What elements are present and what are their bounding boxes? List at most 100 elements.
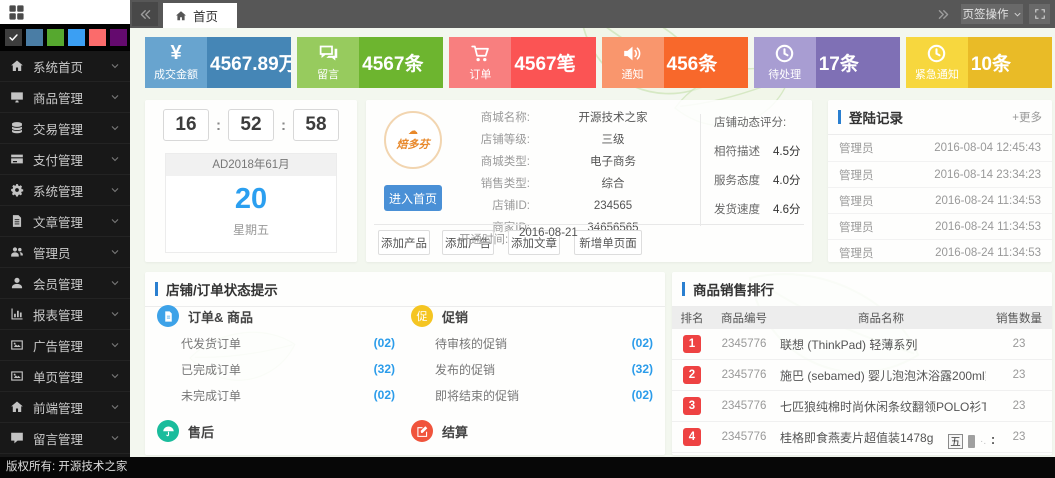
comment-icon <box>10 431 24 445</box>
chevron-double-right-icon <box>937 8 950 21</box>
ime-toolbar[interactable]: 五 ·. ⁚ <box>948 434 995 449</box>
fullscreen-icon <box>1034 8 1046 20</box>
more-link[interactable]: +更多 <box>1012 109 1042 125</box>
ime-menu-dots[interactable]: ⁚ <box>991 436 995 447</box>
collapse-tabs-button[interactable] <box>132 2 158 26</box>
status-panel-title: 店铺/订单状态提示 <box>166 283 278 298</box>
digital-clock: 16 : 52 : 58 <box>145 109 357 141</box>
speaker-icon <box>622 43 643 64</box>
tab-label: 首页 <box>193 10 219 24</box>
sidebar-item[interactable]: 留言管理 <box>0 423 130 454</box>
stat-card[interactable]: 订单 4567笔 <box>449 37 596 88</box>
rating-row: 发货速度 4.6分 <box>714 201 806 217</box>
status-group-title: 订单& 商品 <box>188 309 254 325</box>
rank-badge: 3 <box>683 397 701 415</box>
umbrella-circle-icon <box>157 420 179 442</box>
sidebar-item[interactable]: 文章管理 <box>0 206 130 237</box>
login-user: 管理员 <box>839 195 874 208</box>
shop-action-button[interactable]: 添加产品 <box>378 230 430 255</box>
sidebar-item[interactable]: 系统管理 <box>0 175 130 206</box>
fullscreen-button[interactable] <box>1029 4 1050 24</box>
sidebar-item[interactable]: 商品管理 <box>0 82 130 113</box>
tab-operations-dropdown[interactable]: 页签操作 <box>961 4 1023 24</box>
sidebar-item-label: 文章管理 <box>33 215 84 230</box>
swatch-theme-blue[interactable] <box>68 29 85 46</box>
stat-cards: ¥ 成交金额 4567.89万 留言 4567条 订单 4567笔 通知 456条 待处理 17条紧… <box>145 37 1053 88</box>
gears-icon <box>10 183 24 197</box>
sidebar-item[interactable]: 系统首页 <box>0 51 130 82</box>
sidebar-item-label: 报表管理 <box>33 308 84 323</box>
status-footer-title: 售后 <box>188 424 215 440</box>
status-label: 代发货订单 <box>181 336 242 351</box>
status-count-link[interactable]: (02) <box>374 388 395 402</box>
sidebar-item[interactable]: 管理员 <box>0 237 130 268</box>
swatch-theme-current[interactable] <box>5 29 22 46</box>
chevron-down-icon <box>110 154 120 164</box>
login-log-row: 管理员 2016-08-24 11:34:53 <box>828 213 1052 239</box>
sidebar-item[interactable]: 交易管理 <box>0 113 130 144</box>
clock-seconds: 58 <box>293 109 339 141</box>
divider <box>700 114 701 226</box>
chevron-down-icon <box>110 309 120 319</box>
app-logo[interactable] <box>0 0 130 24</box>
stat-card-left: 通知 <box>601 37 664 88</box>
ime-mode-block[interactable] <box>968 435 975 448</box>
shop-info-value: 234565 <box>593 200 633 212</box>
stat-card[interactable]: 紧急通知 10条 <box>905 37 1053 88</box>
stat-card-left: 紧急通知 <box>905 37 968 88</box>
divider <box>374 224 804 225</box>
stat-card-left: ¥ 成交金额 <box>145 37 207 88</box>
status-count-link[interactable]: (02) <box>632 388 653 402</box>
status-count-link[interactable]: (02) <box>374 336 395 350</box>
rating-rows: 相符描述 4.5分 服务态度 4.0分 发货速度 4.6分 <box>714 143 806 217</box>
sidebar-item-label: 管理员 <box>33 246 71 261</box>
login-user: 管理员 <box>839 247 874 260</box>
swatch-theme-purple[interactable] <box>110 29 127 46</box>
doc-file-icon <box>162 310 175 323</box>
status-count-link[interactable]: (32) <box>374 362 395 376</box>
swatch-theme-steelblue[interactable] <box>26 29 43 46</box>
rank-cell: 3 <box>672 397 712 415</box>
sidebar-item[interactable]: 支付管理 <box>0 144 130 175</box>
cart-icon <box>470 43 491 64</box>
status-count-link[interactable]: (32) <box>632 362 653 376</box>
main-content: ¥ 成交金额 4567.89万 留言 4567条 订单 4567笔 通知 456条 待处理 17条紧… <box>130 28 1055 457</box>
shop-info-row: 商城类型: 电子商务 <box>452 151 696 173</box>
stat-card[interactable]: ¥ 成交金额 4567.89万 <box>145 37 292 88</box>
stat-card[interactable]: 留言 4567条 <box>297 37 444 88</box>
enter-homepage-button[interactable]: 进入首页 <box>384 185 442 211</box>
database-icon <box>10 121 24 135</box>
ime-candidate[interactable]: 五 <box>948 434 963 449</box>
clock-icon <box>774 43 795 64</box>
sidebar-item[interactable]: 广告管理 <box>0 330 130 361</box>
login-time: 2016-08-24 11:34:53 <box>935 220 1041 233</box>
comments-icon <box>318 43 339 64</box>
sidebar-item-label: 交易管理 <box>33 122 84 137</box>
order-status-panel: 店铺/订单状态提示 订单& 商品 代发货订单 (02) 已完成订单 (32) 未完成订单 (… <box>145 272 665 455</box>
login-user: 管理员 <box>839 169 874 182</box>
edit-icon <box>416 425 429 438</box>
grid-logo-icon <box>8 4 25 21</box>
rating-title: 店铺动态评分: <box>714 117 787 129</box>
swatch-theme-red[interactable] <box>89 29 106 46</box>
chef-hat-icon: ☁ <box>408 126 418 137</box>
sidebar-menu: 系统首页 商品管理交易管理支付管理 系统管理文章管理管理员会员管理报表管理广告管理单… <box>0 51 130 454</box>
sidebar-item[interactable]: 报表管理 <box>0 299 130 330</box>
calendar-day: 20 <box>234 183 268 215</box>
swatch-theme-green[interactable] <box>47 29 64 46</box>
user-icon <box>10 276 24 290</box>
sidebar-item[interactable]: 单页管理 <box>0 361 130 392</box>
tab-home[interactable]: 首页 <box>163 3 237 28</box>
stat-card[interactable]: 通知 456条 <box>601 37 748 88</box>
stat-card[interactable]: 待处理 17条 <box>753 37 900 88</box>
stat-card-label: 通知 <box>621 69 644 81</box>
shop-info-value: 三级 <box>601 134 625 146</box>
forward-tabs-button[interactable] <box>931 2 955 26</box>
chevron-down-icon <box>110 278 120 288</box>
status-count-link[interactable]: (02) <box>632 336 653 350</box>
sidebar-item[interactable]: 前端管理 <box>0 392 130 423</box>
shop-action-button[interactable]: 新增单页面 <box>574 230 642 255</box>
stat-card-label: 留言 <box>317 69 340 81</box>
sidebar-item[interactable]: 会员管理 <box>0 268 130 299</box>
home-icon <box>10 400 24 414</box>
